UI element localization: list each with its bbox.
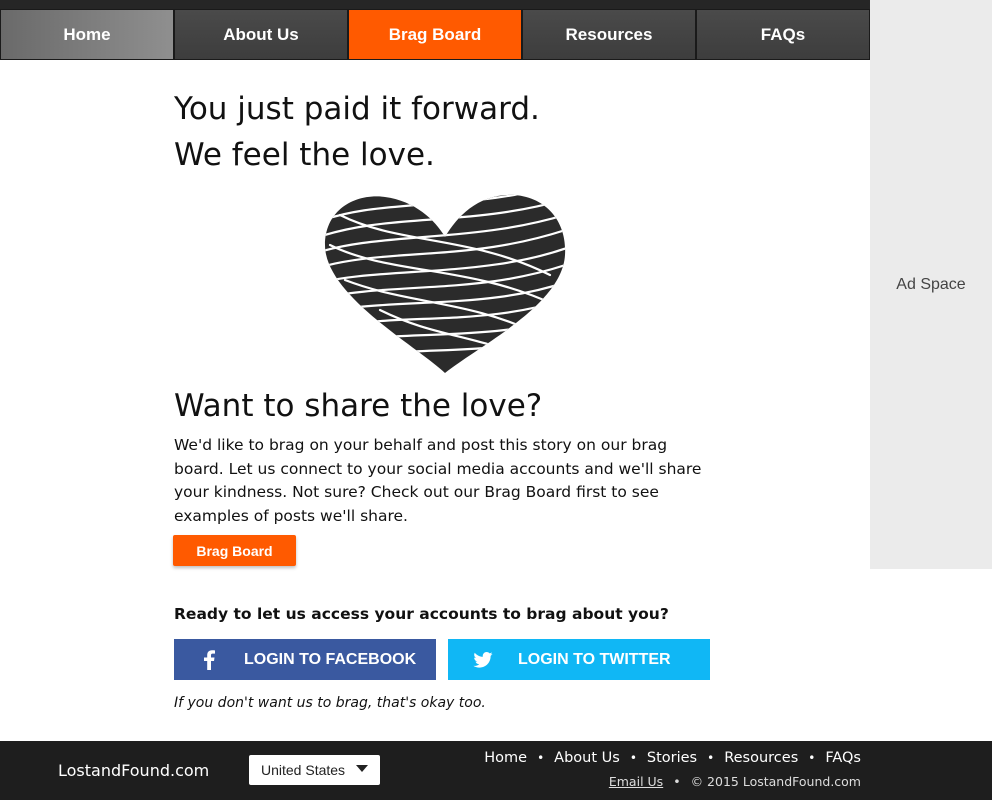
separator-dot: • bbox=[707, 751, 715, 765]
country-select[interactable]: United States bbox=[249, 755, 380, 785]
footer-brand[interactable]: LostandFound.com bbox=[58, 761, 209, 780]
login-twitter-button[interactable]: LOGIN TO TWITTER bbox=[448, 639, 710, 680]
twitter-bird-icon bbox=[448, 651, 518, 668]
chevron-down-icon bbox=[356, 765, 368, 772]
ad-space: Ad Space bbox=[870, 0, 992, 569]
top-navigation-bar: Home About Us Brag Board Resources FAQs bbox=[0, 0, 870, 60]
facebook-icon bbox=[174, 649, 244, 670]
footer-link-resources[interactable]: Resources bbox=[724, 750, 798, 766]
login-twitter-label: LOGIN TO TWITTER bbox=[518, 650, 671, 668]
nav-item-brag-board[interactable]: Brag Board bbox=[348, 9, 522, 60]
copyright-text: © 2015 LostandFound.com bbox=[690, 774, 861, 789]
nav-item-home[interactable]: Home bbox=[0, 9, 174, 60]
headline-line-1: You just paid it forward. bbox=[174, 91, 540, 127]
share-description: We'd like to brag on your behalf and pos… bbox=[174, 436, 702, 525]
nav-item-faqs[interactable]: FAQs bbox=[696, 9, 870, 60]
footer-link-about-us[interactable]: About Us bbox=[554, 750, 620, 766]
main-nav: Home About Us Brag Board Resources FAQs bbox=[0, 9, 870, 60]
footer-link-stories[interactable]: Stories bbox=[647, 750, 697, 766]
scribble-heart-icon bbox=[325, 194, 566, 373]
footer-bottom-line: Email Us • © 2015 LostandFound.com bbox=[609, 774, 861, 789]
separator-dot: • bbox=[808, 751, 816, 765]
email-us-link[interactable]: Email Us bbox=[609, 774, 663, 789]
footer-link-faqs[interactable]: FAQs bbox=[825, 750, 861, 766]
page-headline: You just paid it forward. We feel the lo… bbox=[174, 86, 540, 178]
separator-dot: • bbox=[537, 751, 545, 765]
site-footer: LostandFound.com United States Home • Ab… bbox=[0, 741, 992, 800]
separator-dot: • bbox=[673, 774, 681, 789]
login-facebook-button[interactable]: LOGIN TO FACEBOOK bbox=[174, 639, 436, 680]
share-title: Want to share the love? bbox=[174, 388, 543, 424]
separator-dot: • bbox=[629, 751, 637, 765]
nav-item-resources[interactable]: Resources bbox=[522, 9, 696, 60]
country-select-value: United States bbox=[261, 762, 346, 778]
headline-line-2: We feel the love. bbox=[174, 137, 435, 173]
nav-item-about-us[interactable]: About Us bbox=[174, 9, 348, 60]
top-strip bbox=[0, 0, 870, 9]
ready-prompt: Ready to let us access your accounts to … bbox=[174, 605, 669, 623]
ad-space-label: Ad Space bbox=[896, 275, 966, 293]
brag-board-button[interactable]: Brag Board bbox=[173, 535, 296, 566]
footer-links: Home • About Us • Stories • Resources • … bbox=[484, 750, 861, 766]
decline-note: If you don't want us to brag, that's oka… bbox=[174, 695, 486, 711]
footer-link-home[interactable]: Home bbox=[484, 750, 527, 766]
login-facebook-label: LOGIN TO FACEBOOK bbox=[244, 650, 417, 668]
